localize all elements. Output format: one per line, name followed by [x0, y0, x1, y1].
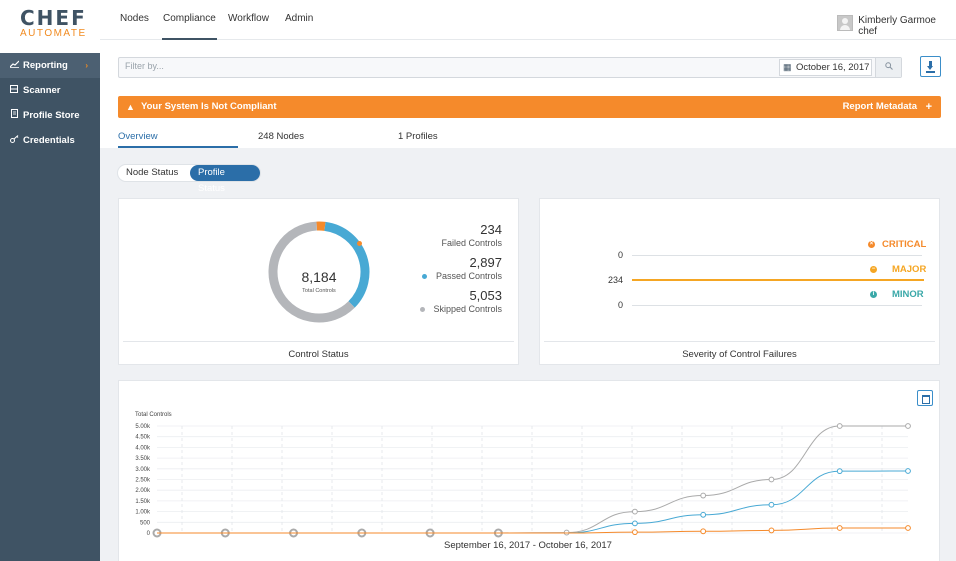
sidebar-item-reporting[interactable]: Reporting ›: [0, 53, 100, 78]
date-picker[interactable]: ▦ October 16, 2017: [779, 59, 872, 76]
legend-failed: 234 Failed Controls: [357, 222, 502, 249]
passed-dot: [421, 274, 427, 279]
minor-icon: i: [870, 291, 877, 298]
calendar-icon: ▦: [783, 62, 792, 72]
nav-workflow[interactable]: Workflow: [228, 13, 269, 24]
sidebar-item-label: Reporting: [23, 60, 68, 71]
download-icon: [926, 71, 935, 73]
minor-value: 0: [617, 300, 623, 310]
trend-chart-card: [118, 380, 940, 561]
filter-bar: ▦ October 16, 2017: [118, 57, 902, 78]
major-bar: [632, 279, 924, 281]
critical-line: [632, 255, 922, 256]
search-icon: [884, 62, 893, 72]
report-tabs: Overview 248 Nodes 1 Profiles: [118, 131, 941, 149]
nav-compliance[interactable]: Compliance: [162, 13, 217, 40]
control-status-title: Control Status: [288, 349, 349, 360]
critical-icon: ×: [868, 241, 875, 248]
top-navigation: Nodes Compliance Workflow Admin Kimberly…: [100, 0, 956, 40]
user-org: chef: [858, 26, 878, 37]
date-range-label: September 16, 2017 - October 16, 2017: [444, 540, 612, 551]
skipped-dot: [420, 307, 426, 312]
severity-title: Severity of Control Failures: [682, 349, 797, 360]
failed-label: Failed Controls: [441, 238, 502, 248]
warning-icon: ▲: [126, 102, 135, 112]
severity-card: 0 × CRITICAL 234 − MAJOR 0 i MINOR Sever…: [539, 198, 940, 365]
chart-line-icon: [9, 53, 19, 78]
nav-nodes[interactable]: Nodes: [120, 13, 149, 24]
legend-passed: 2,897 Passed Controls: [421, 255, 502, 282]
passed-value: 2,897: [469, 255, 502, 270]
sidebar-item-scanner[interactable]: Scanner: [0, 78, 100, 103]
user-menu[interactable]: Kimberly Garmoe chef: [837, 15, 936, 37]
nav-admin[interactable]: Admin: [285, 13, 313, 24]
alert-text: Your System Is Not Compliant: [141, 101, 277, 112]
avatar[interactable]: [837, 15, 854, 31]
logo-sub: AUTOMATE: [20, 28, 87, 39]
tab-nodes[interactable]: 248 Nodes: [258, 131, 304, 148]
control-status-card: 8,184 Total Controls 234 Failed Controls…: [118, 198, 519, 365]
skipped-label: Skipped Controls: [433, 304, 502, 314]
failed-value: 234: [480, 222, 502, 237]
user-name: Kimberly Garmoe: [858, 15, 936, 26]
filter-input[interactable]: [125, 61, 725, 71]
node-status-option[interactable]: Node Status: [118, 165, 186, 181]
skipped-value: 5,053: [469, 288, 502, 303]
donut-total: 8,184: [301, 269, 336, 285]
sidebar-item-label: Profile Store: [23, 110, 80, 121]
sidebar-item-label: Credentials: [23, 135, 75, 146]
sidebar: Reporting › Scanner Profile Store Creden…: [0, 53, 100, 561]
download-button[interactable]: [920, 56, 941, 77]
donut-total-label: Total Controls: [302, 288, 336, 294]
search-button[interactable]: [875, 58, 901, 77]
date-value: October 16, 2017: [796, 62, 870, 73]
major-icon: −: [870, 266, 877, 273]
critical-label: CRITICAL: [882, 239, 927, 250]
sidebar-item-label: Scanner: [23, 85, 61, 96]
major-label: MAJOR: [892, 264, 927, 275]
card-divider: [123, 341, 514, 342]
major-value: 234: [607, 275, 623, 285]
status-toggle: Node Status Profile Status: [117, 164, 261, 194]
passed-label: Passed Controls: [435, 271, 502, 281]
scanner-icon: [9, 78, 19, 103]
chevron-right-icon: ›: [85, 61, 88, 70]
sidebar-item-profile-store[interactable]: Profile Store: [0, 103, 100, 128]
critical-value: 0: [617, 250, 623, 260]
tab-active-indicator: [118, 146, 238, 148]
compliance-alert: ▲ Your System Is Not Compliant Report Me…: [118, 96, 941, 118]
report-metadata-link[interactable]: Report Metadata: [843, 96, 917, 118]
key-icon: [9, 128, 19, 153]
control-donut-chart: 8,184 Total Controls: [268, 221, 370, 323]
legend-skipped: 5,053 Skipped Controls: [420, 288, 502, 315]
minor-line: [632, 305, 922, 306]
tab-profiles[interactable]: 1 Profiles: [398, 131, 438, 148]
sidebar-item-credentials[interactable]: Credentials: [0, 128, 100, 153]
minor-label: MINOR: [892, 289, 924, 300]
card-divider: [544, 341, 935, 342]
chef-automate-logo[interactable]: CHEF AUTOMATE: [0, 0, 100, 53]
document-icon: [9, 103, 19, 128]
calendar-button[interactable]: [917, 390, 933, 406]
plus-icon[interactable]: +: [926, 96, 932, 118]
logo-word: CHEF: [20, 6, 87, 30]
profile-status-option[interactable]: Profile Status: [190, 165, 260, 194]
